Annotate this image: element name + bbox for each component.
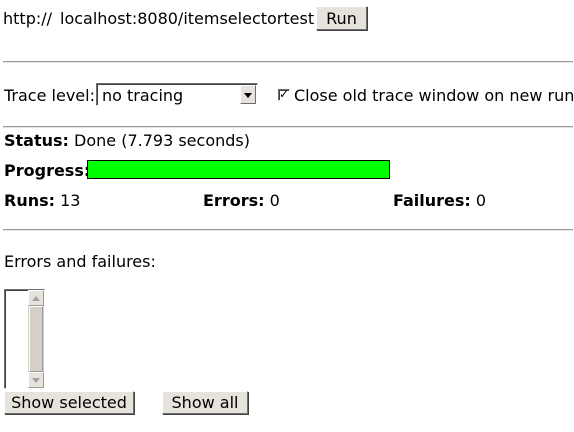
divider <box>3 126 573 128</box>
url-field[interactable]: localhost:8080/itemselectortest <box>60 9 314 28</box>
errors-label: Errors: <box>203 191 265 210</box>
show-selected-button[interactable]: Show selected <box>4 391 134 414</box>
trace-level-label: Trace level: <box>4 86 95 105</box>
failures-label: Failures: <box>393 191 471 210</box>
runs-stat: Runs: 13 <box>4 191 80 210</box>
checkmark-icon: ✓ <box>279 87 290 101</box>
protocol-label: http:// <box>3 9 53 28</box>
progress-fill <box>88 161 389 178</box>
trace-level-value: no tracing <box>102 86 184 105</box>
status-line: Status: Done (7.793 seconds) <box>4 131 250 150</box>
close-trace-checkbox[interactable]: ✓ <box>278 87 290 101</box>
failures-stat: Failures: 0 <box>393 191 486 210</box>
errors-failures-heading: Errors and failures: <box>4 252 156 271</box>
divider <box>3 61 573 63</box>
errors-stat: Errors: 0 <box>203 191 280 210</box>
status-label: Status: <box>4 131 69 150</box>
scroll-down-icon[interactable] <box>28 372 44 388</box>
scroll-up-icon[interactable] <box>28 290 44 306</box>
show-all-button[interactable]: Show all <box>162 391 248 414</box>
progress-label: Progress: <box>4 161 91 180</box>
chevron-down-icon[interactable] <box>240 85 256 104</box>
runs-value: 13 <box>60 191 81 210</box>
failures-value: 0 <box>475 191 487 210</box>
errors-failures-list[interactable] <box>4 289 45 389</box>
progress-bar <box>87 160 390 179</box>
trace-level-select[interactable]: no tracing <box>96 83 258 106</box>
run-button[interactable]: Run <box>316 6 367 30</box>
close-trace-label: Close old trace window on new run <box>294 86 574 105</box>
divider <box>3 229 573 231</box>
errors-value: 0 <box>269 191 280 210</box>
runs-label: Runs: <box>4 191 56 210</box>
list-scrollbar[interactable] <box>28 290 44 388</box>
scrollbar-track[interactable] <box>29 306 43 372</box>
status-value: Done (7.793 seconds) <box>74 131 250 150</box>
